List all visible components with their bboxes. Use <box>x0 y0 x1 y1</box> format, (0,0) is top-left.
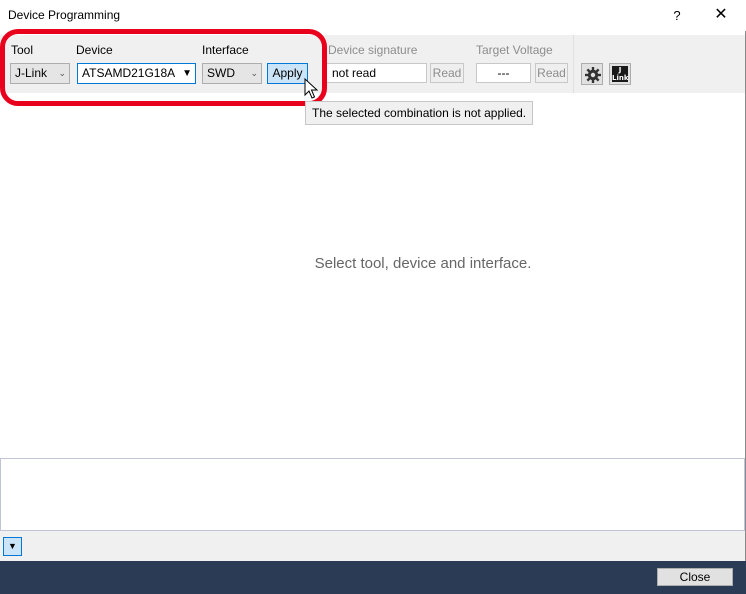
window-title: Device Programming <box>8 8 121 22</box>
device-programming-window: Device Programming ? ✕ Tool J-Link ⌄ Dev… <box>0 0 746 594</box>
help-button[interactable]: ? <box>662 0 692 31</box>
jlink-tool-button[interactable]: J Link <box>609 63 631 85</box>
gear-icon <box>585 67 601 83</box>
mouse-cursor-icon <box>304 78 318 99</box>
main-placeholder-message: Select tool, device and interface. <box>314 255 532 272</box>
log-toggle-strip: ▼ <box>0 531 745 561</box>
output-log-panel[interactable] <box>0 458 745 531</box>
voltage-read-button[interactable]: Read <box>535 63 568 83</box>
target-voltage-value: --- <box>497 66 510 80</box>
target-voltage-field: --- <box>476 63 531 83</box>
device-signature-label: Device signature <box>328 43 418 57</box>
jlink-icon: J Link <box>612 66 629 82</box>
close-button[interactable]: Close <box>657 568 733 586</box>
tool-settings-button[interactable] <box>581 63 603 85</box>
expand-log-button[interactable]: ▼ <box>3 537 22 556</box>
apply-tooltip: The selected combination is not applied. <box>305 101 534 125</box>
device-signature-value: not read <box>332 66 377 80</box>
highlight-annotation-ring <box>0 29 327 106</box>
device-signature-field: not read <box>326 63 427 83</box>
title-bar: Device Programming ? ✕ <box>0 0 746 31</box>
toolbar-separator <box>573 35 574 93</box>
signature-read-button[interactable]: Read <box>430 63 464 83</box>
dialog-footer <box>0 561 746 594</box>
target-voltage-label: Target Voltage <box>476 43 553 57</box>
window-close-button[interactable]: ✕ <box>706 0 736 31</box>
